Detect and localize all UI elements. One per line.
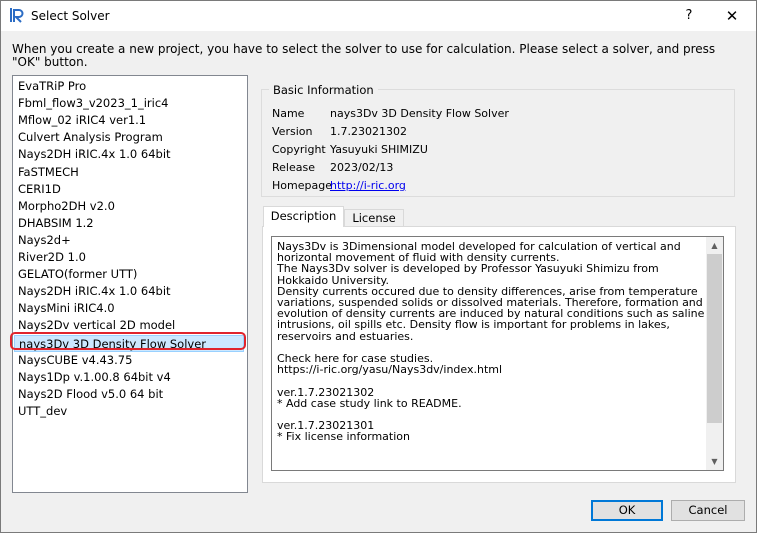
solver-list[interactable]: EvaTRiP Pro Fbml_flow3_v2023_1_iric4 Mflow… bbox=[12, 75, 248, 493]
version-label: Version bbox=[272, 125, 313, 138]
iric-app-icon bbox=[10, 8, 24, 23]
solver-list-item[interactable]: UTT_dev bbox=[18, 403, 67, 420]
solver-list-item[interactable]: CERI1D bbox=[18, 181, 61, 198]
ok-button[interactable]: OK bbox=[591, 500, 663, 521]
scroll-up-arrow-icon[interactable]: ▲ bbox=[706, 237, 723, 254]
close-icon[interactable]: ✕ bbox=[709, 5, 755, 27]
description-textarea[interactable]: Nays3Dv is 3Dimensional model developed … bbox=[271, 236, 724, 471]
version-value: 1.7.23021302 bbox=[330, 125, 407, 138]
tab-description[interactable]: Description bbox=[263, 206, 344, 227]
solver-list-item[interactable]: nays3Dv 3D Density Flow Solver bbox=[14, 334, 244, 352]
solver-list-item[interactable]: NaysMini iRIC4.0 bbox=[18, 300, 115, 317]
select-solver-dialog: Select Solver ? ✕ When you create a new … bbox=[0, 0, 757, 533]
title-bar: Select Solver ? ✕ bbox=[1, 1, 756, 31]
solver-list-item[interactable]: River2D 1.0 bbox=[18, 249, 86, 266]
copyright-value: Yasuyuki SHIMIZU bbox=[330, 143, 428, 156]
solver-list-item[interactable]: Nays2d+ bbox=[18, 232, 71, 249]
description-text: Nays3Dv is 3Dimensional model developed … bbox=[277, 240, 705, 444]
basic-information-title: Basic Information bbox=[269, 83, 378, 97]
solver-list-item[interactable]: FaSTMECH bbox=[18, 164, 79, 181]
description-scrollbar[interactable]: ▲ ▼ bbox=[706, 237, 723, 470]
cancel-button[interactable]: Cancel bbox=[671, 500, 745, 521]
name-label: Name bbox=[272, 107, 305, 120]
solver-list-item[interactable]: Mflow_02 iRIC4 ver1.1 bbox=[18, 112, 146, 129]
homepage-link[interactable]: http://i-ric.org bbox=[330, 179, 406, 192]
solver-list-item[interactable]: Nays2DH iRIC.4x 1.0 64bit bbox=[18, 146, 171, 163]
solver-list-item[interactable]: Culvert Analysis Program bbox=[18, 129, 163, 146]
release-label: Release bbox=[272, 161, 315, 174]
solver-list-item[interactable]: Morpho2DH v2.0 bbox=[18, 198, 115, 215]
solver-list-item[interactable]: GELATO(former UTT) bbox=[18, 266, 137, 283]
solver-list-item[interactable]: Nays2Dv vertical 2D model bbox=[18, 317, 175, 334]
solver-list-item[interactable]: Nays2DH iRIC.4x 1.0 64bit bbox=[18, 283, 171, 300]
solver-list-item[interactable]: EvaTRiP Pro bbox=[18, 78, 86, 95]
tab-license[interactable]: License bbox=[344, 209, 404, 226]
solver-list-item[interactable]: Nays2D Flood v5.0 64 bit bbox=[18, 386, 163, 403]
instruction-text: When you create a new project, you have … bbox=[12, 42, 716, 69]
solver-list-item[interactable]: DHABSIM 1.2 bbox=[18, 215, 94, 232]
scroll-down-arrow-icon[interactable]: ▼ bbox=[706, 453, 723, 470]
solver-list-item[interactable]: Fbml_flow3_v2023_1_iric4 bbox=[18, 95, 168, 112]
scroll-thumb[interactable] bbox=[707, 254, 722, 423]
release-value: 2023/02/13 bbox=[330, 161, 394, 174]
name-value: nays3Dv 3D Density Flow Solver bbox=[330, 107, 509, 120]
solver-list-item[interactable]: NaysCUBE v4.43.75 bbox=[18, 352, 132, 369]
solver-list-item[interactable]: Nays1Dp v.1.00.8 64bit v4 bbox=[18, 369, 171, 386]
window-title: Select Solver bbox=[31, 9, 110, 23]
help-icon[interactable]: ? bbox=[669, 5, 709, 27]
homepage-label: Homepage bbox=[272, 179, 332, 192]
copyright-label: Copyright bbox=[272, 143, 326, 156]
